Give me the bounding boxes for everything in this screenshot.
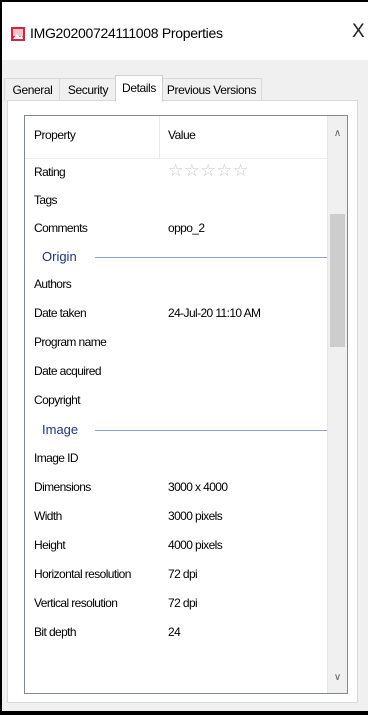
value-column-header[interactable]: Value <box>168 128 196 142</box>
list-item[interactable]: Image ID <box>25 445 327 473</box>
property-name: Horizontal resolution <box>34 567 131 581</box>
list-item[interactable]: Rating ☆☆☆☆☆ <box>25 159 327 187</box>
property-name: Tags <box>34 193 58 207</box>
group-header-image: Image <box>25 416 327 444</box>
group-divider <box>95 430 327 431</box>
property-value: 24-Jul-20 11:10 AM <box>168 306 261 320</box>
tab-general[interactable]: General <box>4 78 61 101</box>
group-label: Image <box>42 422 83 437</box>
property-name: Copyright <box>34 393 81 407</box>
tab-security[interactable]: Security <box>59 78 117 101</box>
group-divider <box>95 257 327 258</box>
tab-previous-versions[interactable]: Previous Versions <box>161 78 262 101</box>
property-name: Program name <box>34 335 107 349</box>
close-button[interactable]: X <box>352 21 365 43</box>
scroll-down-icon[interactable]: ∨ <box>328 672 347 689</box>
property-rows: Rating ☆☆☆☆☆ Tags Comments oppo_2 Origin <box>25 158 327 692</box>
vertical-scrollbar[interactable]: ∧ ∨ <box>327 116 347 693</box>
list-item[interactable]: Date acquired <box>25 358 327 386</box>
property-value: 3000 pixels <box>168 509 223 523</box>
image-file-icon <box>11 27 25 41</box>
tab-strip: General Security Details Previous Versio… <box>2 75 368 102</box>
property-name: Rating <box>34 165 66 179</box>
title-bar: IMG20200724111008 Properties X <box>2 2 368 60</box>
property-name: Date taken <box>34 306 87 320</box>
list-item[interactable]: Date taken 24-Jul-20 11:10 AM <box>25 300 327 328</box>
dialog-body: General Security Details Previous Versio… <box>2 60 368 711</box>
list-item[interactable]: Height 4000 pixels <box>25 532 327 560</box>
list-item[interactable]: Bit depth 24 <box>25 619 327 647</box>
property-name: Height <box>34 538 66 552</box>
scrollbar-thumb[interactable] <box>330 214 345 347</box>
list-item[interactable]: Vertical resolution 72 dpi <box>25 590 327 618</box>
list-item[interactable]: Program name <box>25 329 327 357</box>
property-value: 4000 pixels <box>168 538 223 552</box>
details-panel: Property Value Rating ☆☆☆☆☆ Tags Comment… <box>7 100 358 703</box>
property-name: Authors <box>34 277 72 291</box>
property-value: 24 <box>168 625 181 639</box>
property-value: 72 dpi <box>168 567 198 581</box>
list-item[interactable]: Copyright <box>25 387 327 415</box>
list-item[interactable]: Dimensions 3000 x 4000 <box>25 474 327 502</box>
property-column-header[interactable]: Property <box>34 128 76 142</box>
property-name: Dimensions <box>34 480 91 494</box>
list-item[interactable]: Width 3000 pixels <box>25 503 327 531</box>
group-label: Origin <box>42 249 81 264</box>
property-name: Vertical resolution <box>34 596 118 610</box>
list-item[interactable]: Horizontal resolution 72 dpi <box>25 561 327 589</box>
property-name: Image ID <box>34 451 78 465</box>
window-title: IMG20200724111008 Properties <box>30 25 223 41</box>
list-item[interactable]: Authors <box>25 271 327 299</box>
details-list[interactable]: Property Value Rating ☆☆☆☆☆ Tags Comment… <box>24 115 348 694</box>
property-value: 72 dpi <box>168 596 198 610</box>
scroll-up-icon[interactable]: ∧ <box>328 128 347 145</box>
column-header: Property Value <box>25 116 327 159</box>
property-name: Bit depth <box>34 625 77 639</box>
property-name: Comments <box>34 221 88 235</box>
list-item[interactable]: Tags <box>25 187 327 215</box>
list-item[interactable]: Comments oppo_2 <box>25 215 327 243</box>
property-name: Width <box>34 509 62 523</box>
property-name: Date acquired <box>34 364 102 378</box>
tab-details[interactable]: Details <box>115 75 163 102</box>
group-header-origin: Origin <box>25 243 327 271</box>
properties-window: IMG20200724111008 Properties X General S… <box>2 2 368 711</box>
rating-stars[interactable]: ☆☆☆☆☆ <box>168 161 249 181</box>
property-value: oppo_2 <box>168 221 205 235</box>
property-value: 3000 x 4000 <box>168 480 228 494</box>
column-divider[interactable] <box>159 116 160 158</box>
